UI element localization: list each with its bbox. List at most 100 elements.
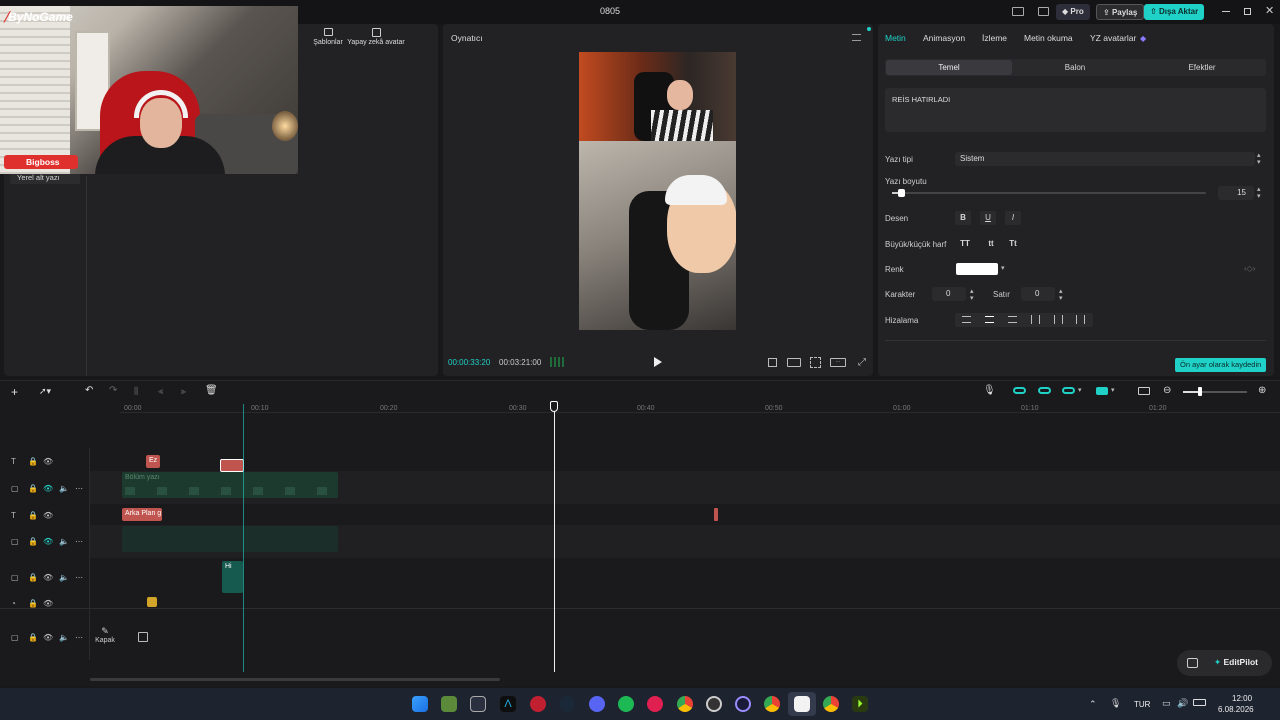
preview-axis-icon[interactable]	[1096, 387, 1108, 395]
split-right-icon[interactable]: ⫸	[181, 386, 186, 397]
size-input[interactable]: 15	[1218, 186, 1254, 200]
film-icon[interactable]	[138, 632, 148, 642]
chrome-icon[interactable]	[823, 696, 839, 712]
align-center-icon[interactable]	[985, 316, 994, 323]
save-default-button[interactable]: Ön ayar olarak kaydedin	[1175, 358, 1267, 372]
sticker-clip[interactable]: Hi	[222, 561, 243, 593]
discord-icon[interactable]	[589, 696, 605, 712]
timeline-scrollbar[interactable]	[90, 678, 500, 681]
track-lock-icon[interactable]: 🔒	[28, 511, 38, 520]
steam-icon[interactable]	[559, 696, 575, 712]
select-tool-icon[interactable]: ➚▾	[39, 386, 51, 397]
cover-button[interactable]: ✎ Kapak	[93, 626, 117, 644]
delete-icon[interactable]: 🗑	[205, 385, 218, 396]
pro-button[interactable]: ◆ Pro	[1056, 4, 1090, 20]
subtab-effects[interactable]: Efektler	[1138, 60, 1266, 75]
volume-icon[interactable]: 🔊	[1177, 698, 1188, 709]
size-slider-knob[interactable]	[898, 189, 905, 197]
text-clip-marker[interactable]	[714, 508, 718, 521]
zoom-out-icon[interactable]: ⊖	[1163, 385, 1171, 396]
app-icon-4[interactable]: Λ	[500, 696, 516, 712]
track-lock-icon[interactable]: 🔒	[28, 573, 38, 582]
split-icon[interactable]: ⫼	[134, 386, 138, 397]
crop-icon[interactable]	[768, 358, 777, 367]
keyframe-icon[interactable]: ‹◇›	[1244, 264, 1255, 273]
tab-tracking[interactable]: İzleme	[982, 33, 1007, 43]
vertical-align-top-icon[interactable]	[1031, 315, 1040, 324]
app-icon-12[interactable]	[735, 696, 751, 712]
video-clip[interactable]: Bölüm yazı	[122, 472, 338, 498]
subtab-bubble[interactable]: Balon	[1012, 60, 1138, 75]
text-content-input[interactable]: REİS HATIRLADI	[885, 88, 1266, 132]
align-right-icon[interactable]	[1008, 316, 1017, 323]
share-button[interactable]: ⇪ Paylaş	[1096, 4, 1145, 20]
ratio-icon[interactable]: ⋯	[830, 358, 846, 367]
track-more-icon[interactable]: ⋯	[75, 633, 83, 642]
bold-button[interactable]: B	[955, 211, 971, 225]
network-icon[interactable]: ▭	[1162, 698, 1171, 709]
app-icon-11[interactable]	[706, 696, 722, 712]
clock-date[interactable]: 6.08.2026	[1218, 705, 1254, 714]
chrome-icon[interactable]	[677, 696, 693, 712]
tab-text[interactable]: Metin	[885, 33, 906, 43]
capcut-icon[interactable]	[794, 696, 810, 712]
maximize-icon[interactable]	[1244, 8, 1251, 15]
shortcut-icon[interactable]	[1038, 7, 1049, 16]
track-eye-icon[interactable]: 👁	[43, 633, 53, 642]
line-spacing-input[interactable]: 0	[1021, 287, 1055, 301]
tab-ai-avatars[interactable]: YZ avatarlar	[1090, 33, 1136, 43]
player-menu-icon[interactable]	[852, 34, 861, 41]
start-icon[interactable]	[412, 696, 428, 712]
size-stepper-icon[interactable]: ▴ ▾	[1257, 186, 1261, 200]
preview-chevron-icon[interactable]: ▾	[1111, 386, 1115, 394]
zoom-in-icon[interactable]: ⊕	[1258, 385, 1266, 396]
align-left-icon[interactable]	[962, 316, 971, 323]
language-indicator[interactable]: TUR	[1134, 700, 1150, 709]
underline-button[interactable]: U	[980, 211, 996, 225]
vertical-align-middle-icon[interactable]	[1054, 315, 1063, 324]
minimize-icon[interactable]	[1222, 11, 1230, 12]
track-eye-icon[interactable]: 👁	[43, 484, 53, 493]
track-more-icon[interactable]: ⋯	[75, 484, 83, 493]
snap-chevron-icon[interactable]: ▾	[1078, 386, 1082, 394]
expand-icon[interactable]: ⤢	[858, 357, 866, 368]
track-audio-icon[interactable]: 🔈	[59, 537, 69, 546]
layout-icon[interactable]	[1012, 7, 1024, 16]
battery-icon[interactable]	[1193, 699, 1206, 706]
minecraft-icon[interactable]	[441, 696, 457, 712]
media-tab-ai-avatar[interactable]: Yapay zekâ avatar	[346, 28, 406, 46]
track-eye-icon[interactable]: 👁	[43, 599, 53, 608]
tab-animation[interactable]: Animasyon	[923, 33, 965, 43]
track-audio-icon[interactable]: 🔈	[59, 484, 69, 493]
text-clip-background[interactable]: Arka Plan g	[122, 508, 162, 521]
chevron-up-icon[interactable]: ⌃	[1089, 699, 1097, 710]
zoom-knob[interactable]	[1198, 387, 1202, 396]
track-lock-icon[interactable]: 🔒	[28, 457, 38, 466]
add-track-icon[interactable]: +	[11, 385, 18, 399]
uppercase-button[interactable]: TT	[955, 237, 975, 251]
playhead-handle[interactable]	[550, 401, 558, 412]
comment-icon[interactable]	[1187, 658, 1198, 668]
track-lock-icon[interactable]: 🔒	[28, 537, 38, 546]
lowercase-button[interactable]: tt	[981, 237, 1001, 251]
text-clip[interactable]: Ez	[146, 455, 160, 468]
color-swatch[interactable]	[956, 263, 998, 275]
split-left-icon[interactable]: ⫷	[158, 386, 163, 397]
titlecase-button[interactable]: Tt	[1003, 237, 1023, 251]
link-preview-icon[interactable]	[1038, 387, 1051, 394]
track-eye-icon[interactable]: 👁	[43, 511, 53, 520]
track-lock-icon[interactable]: 🔒	[28, 484, 38, 493]
track-eye-icon[interactable]: 👁	[43, 537, 53, 546]
italic-button[interactable]: I	[1005, 211, 1021, 225]
track-lock-icon[interactable]: 🔒	[28, 633, 38, 642]
track-more-icon[interactable]: ⋯	[75, 537, 83, 546]
tab-text-to-speech[interactable]: Metin okuma	[1024, 33, 1073, 43]
mic-tray-icon[interactable]: 🎙	[1110, 698, 1121, 709]
chevron-down-icon[interactable]: ▾	[1001, 264, 1005, 272]
caption-sync-icon[interactable]	[1138, 387, 1150, 395]
fullscreen-focus-icon[interactable]	[810, 357, 821, 368]
snap-icon[interactable]	[1062, 387, 1075, 394]
video-clip-2[interactable]	[122, 526, 338, 552]
close-icon[interactable]: ✕	[1265, 4, 1274, 17]
subtitle-icon[interactable]	[787, 358, 801, 367]
